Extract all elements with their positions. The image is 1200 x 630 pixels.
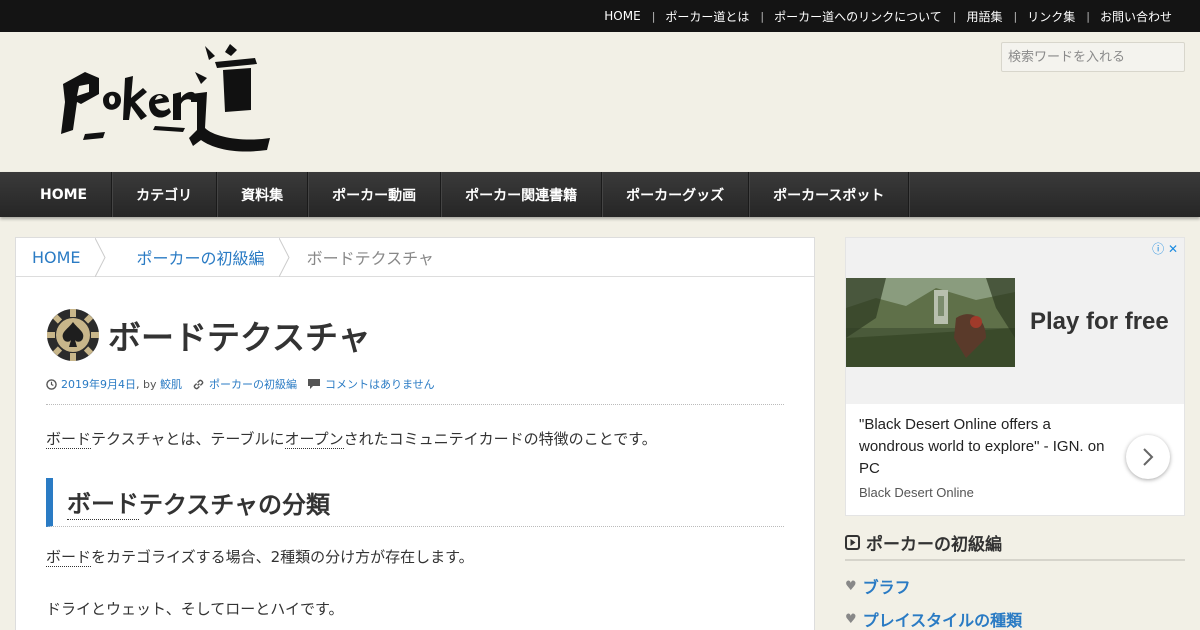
section-heading: ボード テクスチャの分類 (46, 478, 784, 527)
sidebar-item-play-styles[interactable]: ♥ プレイスタイルの種類 (845, 607, 1022, 630)
ad-close-icon[interactable]: ✕ (1168, 242, 1178, 256)
article-paragraph-2: ボードをカテゴライズする場合、2種類の分け方が存在します。 (46, 546, 474, 567)
sidebar-ad[interactable]: Play for free ⓘ ✕ "Black Desert Online o… (845, 237, 1185, 516)
ad-source[interactable]: Black Desert Online (859, 485, 974, 500)
search-input[interactable] (1001, 42, 1185, 72)
breadcrumb-home[interactable]: HOME (16, 238, 95, 277)
glossary-term-open[interactable]: オープン (284, 430, 344, 449)
section-heading-text: テクスチャの分類 (139, 490, 331, 519)
nav-poker-books[interactable]: ポーカー関連書籍 (441, 172, 603, 217)
top-nav-contact-link[interactable]: お問い合わせ (1100, 8, 1172, 25)
main-content: HOME ポーカーの初級編 ボードテクスチャ ボードテクスチャ 2019年9月4… (15, 237, 815, 630)
glossary-term-board[interactable]: ボード (67, 484, 139, 520)
sidebar-item-bluff[interactable]: ♥ ブラフ (845, 574, 911, 598)
global-nav: HOME カテゴリ 資料集 ポーカー動画 ポーカー関連書籍 ポーカーグッズ ポー… (0, 172, 1200, 217)
sidebar-item-label[interactable]: プレイスタイルの種類 (863, 607, 1023, 630)
article-category[interactable]: ポーカーの初級編 (209, 376, 297, 392)
article-author[interactable]: 鮫肌 (160, 376, 182, 392)
ad-banner[interactable]: Play for free ⓘ ✕ (846, 238, 1184, 404)
article-comments[interactable]: コメントはありません (325, 376, 435, 392)
top-nav: HOME ポーカー道とは ポーカー道へのリンクについて 用語集 リンク集 お問い… (604, 0, 1172, 32)
sidebar-item-label[interactable]: ブラフ (863, 574, 911, 598)
article-meta: 2019年9月4日 , by 鮫肌 ポーカーの初級編 コメントはありません (46, 376, 435, 392)
ad-info-glyph[interactable]: ⓘ (1152, 242, 1164, 256)
top-nav-glossary[interactable]: 用語集 (942, 8, 1003, 25)
top-nav-contact[interactable]: お問い合わせ (1075, 8, 1172, 25)
heart-icon: ♥ (845, 578, 857, 594)
breadcrumb-current: ボードテクスチャ (306, 249, 434, 268)
heart-icon: ♥ (845, 611, 857, 627)
ad-next-button[interactable] (1126, 435, 1170, 479)
chevron-right-icon (1143, 448, 1154, 466)
nav-poker-goods[interactable]: ポーカーグッズ (602, 172, 750, 217)
clock-icon (46, 378, 57, 390)
site-logo[interactable] (55, 42, 275, 162)
comment-icon (308, 379, 320, 389)
paragraph-text: をカテゴライズする場合、2種類の分け方が存在します。 (91, 548, 474, 566)
article-title: ボードテクスチャ (108, 318, 371, 357)
nav-poker-spots[interactable]: ポーカースポット (749, 172, 910, 217)
nav-materials[interactable]: 資料集 (217, 172, 309, 217)
top-nav-glossary-link[interactable]: 用語集 (967, 8, 1003, 25)
glossary-term-board[interactable]: ボード (46, 548, 92, 567)
link-icon (193, 379, 204, 389)
ad-quote[interactable]: "Black Desert Online offers a wondrous w… (859, 414, 1109, 480)
ad-game-image[interactable] (846, 278, 1015, 367)
nav-home[interactable]: HOME (16, 172, 113, 217)
breadcrumb: HOME ポーカーの初級編 ボードテクスチャ (16, 237, 814, 277)
top-bar: HOME ポーカー道とは ポーカー道へのリンクについて 用語集 リンク集 お問い… (0, 0, 1200, 32)
ad-cta[interactable]: Play for free (1030, 308, 1169, 336)
paragraph-text: されたコミュニテイカードの特徴のことです。 (343, 430, 657, 448)
breadcrumb-separator-icon (94, 237, 106, 277)
breadcrumb-separator-icon (278, 237, 290, 277)
sidebar-heading-text: ポーカーの初級編 (866, 535, 1002, 555)
nav-poker-videos[interactable]: ポーカー動画 (308, 172, 442, 217)
top-nav-about[interactable]: ポーカー道とは (641, 8, 749, 25)
article-title-row: ボードテクスチャ (46, 308, 371, 362)
top-nav-links-link[interactable]: リンク集 (1027, 8, 1075, 25)
article-date[interactable]: 2019年9月4日 (61, 376, 136, 392)
article-by: , by (136, 377, 157, 391)
ad-info-icon[interactable]: ⓘ ✕ (1152, 240, 1178, 257)
top-nav-home-link[interactable]: HOME (604, 9, 640, 23)
poker-chip-spade-icon (47, 309, 99, 361)
breadcrumb-category[interactable]: ポーカーの初級編 (107, 238, 279, 277)
top-nav-home[interactable]: HOME (604, 9, 640, 23)
top-nav-link-policy[interactable]: ポーカー道へのリンクについて (749, 8, 942, 25)
glossary-term-board[interactable]: ボード (46, 430, 92, 449)
sidebar-heading: ポーカーの初級編 (845, 526, 1185, 561)
top-nav-about-link[interactable]: ポーカー道とは (665, 8, 749, 25)
paragraph-text: テクスチャとは、テーブルに (91, 430, 285, 448)
site-logo-graphic (61, 44, 270, 152)
divider (46, 404, 784, 405)
top-nav-links[interactable]: リンク集 (1003, 8, 1075, 25)
article-paragraph-1: ボードテクスチャとは、テーブルにオープンされたコミュニテイカードの特徴のことです… (46, 428, 657, 449)
nav-category[interactable]: カテゴリ (112, 172, 218, 217)
article-paragraph-3: ドライとウェット、そしてローとハイです。 (46, 600, 344, 618)
top-nav-link-policy-link[interactable]: ポーカー道へのリンクについて (774, 8, 942, 25)
play-square-icon (845, 535, 860, 550)
